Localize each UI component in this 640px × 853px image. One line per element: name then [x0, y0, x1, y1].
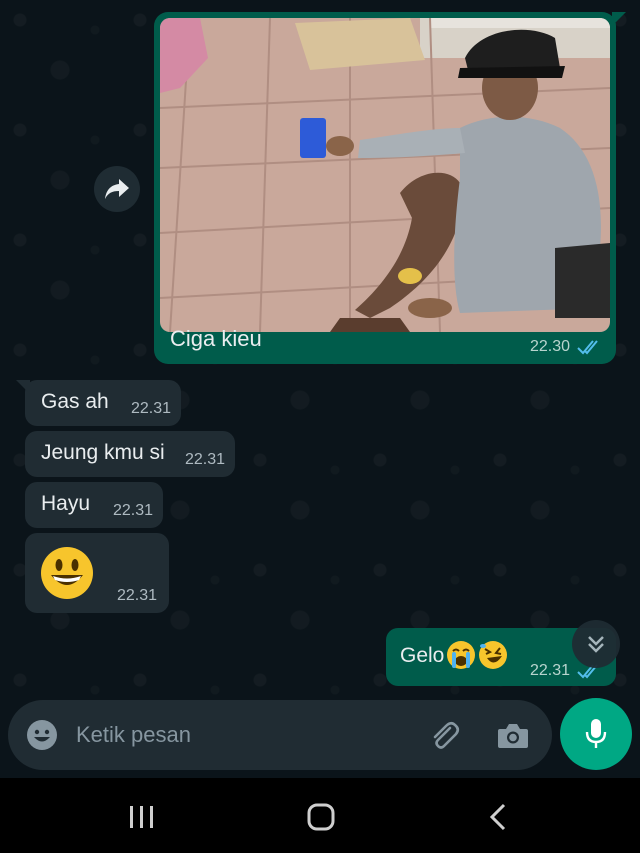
recent-apps-icon[interactable] — [126, 804, 158, 830]
bubble-tail — [16, 380, 30, 394]
incoming-emoji-message[interactable]: 22.31 — [25, 533, 169, 613]
message-time: 22.31 — [131, 400, 172, 417]
message-time: 22.31 — [185, 451, 226, 468]
loudly-crying-face-emoji — [447, 641, 475, 669]
voice-record-button[interactable] — [560, 698, 632, 770]
incoming-message[interactable]: Jeung kmu si 22.31 — [25, 431, 235, 477]
image-message-bubble[interactable]: Ciga kieu 22.30 — [154, 12, 626, 364]
message-time: 22.31 — [113, 502, 154, 519]
home-icon[interactable] — [306, 802, 336, 832]
forward-arrow-icon — [105, 179, 129, 199]
double-check-read-icon — [577, 340, 598, 355]
image-caption: Ciga kieu — [170, 326, 262, 351]
message-text: Hayu — [41, 492, 91, 515]
bubble-tail — [612, 12, 626, 26]
message-time: 22.31 — [117, 587, 158, 604]
incoming-message[interactable]: Hayu 22.31 — [25, 482, 163, 528]
emoji-picker-icon[interactable] — [26, 719, 58, 751]
rolling-on-floor-laughing-emoji — [479, 641, 507, 669]
attachment-icon[interactable] — [426, 718, 462, 754]
shared-photo[interactable] — [160, 18, 610, 332]
message-time: 22.30 — [529, 338, 570, 355]
chat-area[interactable]: Ciga kieu 22.30 Gas ah 22.31 Jeung kmu s… — [0, 0, 640, 778]
camera-icon[interactable] — [496, 719, 530, 751]
grinning-face-emoji — [41, 547, 93, 599]
message-composer[interactable]: Ketik pesan — [8, 700, 552, 770]
message-input[interactable]: Ketik pesan — [76, 722, 191, 748]
scroll-to-bottom-button[interactable] — [572, 620, 620, 668]
back-icon[interactable] — [486, 802, 510, 832]
incoming-message[interactable]: Gas ah 22.31 — [16, 380, 181, 426]
system-navigation-bar — [0, 778, 640, 853]
message-text: Gelo — [400, 644, 445, 667]
message-time: 22.31 — [529, 662, 570, 679]
double-chevron-down-icon — [588, 636, 604, 653]
forward-button[interactable] — [94, 166, 140, 212]
microphone-icon — [585, 719, 607, 748]
message-text: Gas ah — [41, 390, 109, 413]
message-text: Jeung kmu si — [41, 441, 165, 464]
